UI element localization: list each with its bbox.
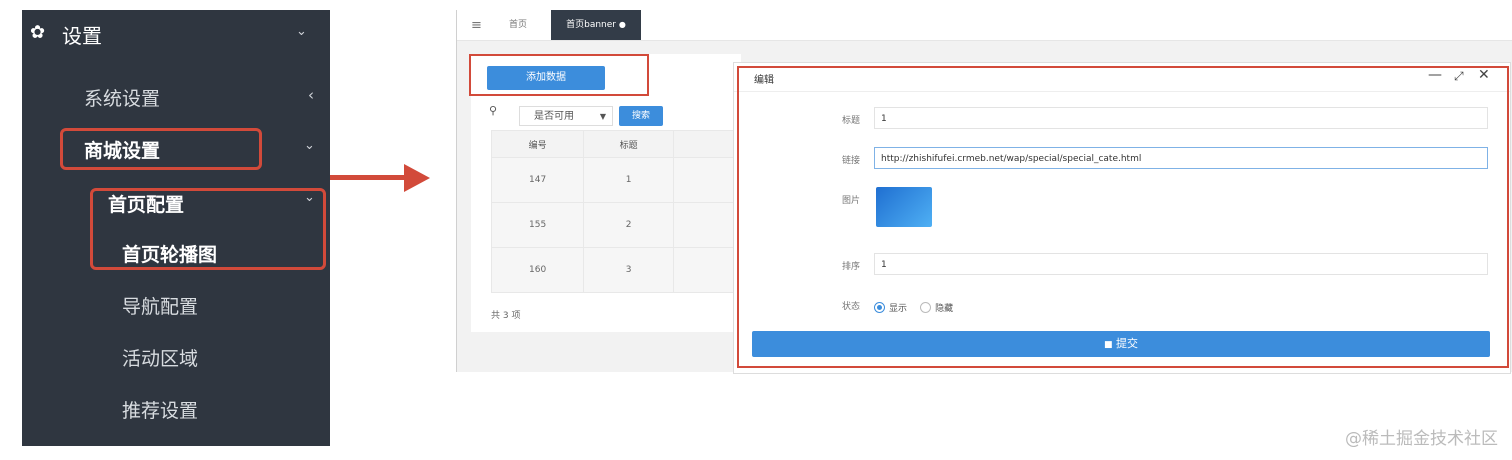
table-row[interactable]: 147 1 xyxy=(490,157,742,203)
table-cell: 1 xyxy=(583,157,674,203)
table-row[interactable]: 160 3 xyxy=(490,247,742,293)
watermark: @稀土掘金技术社区 xyxy=(1345,429,1498,449)
highlight-box xyxy=(737,66,1509,368)
table-row[interactable]: 155 2 xyxy=(490,202,742,248)
table-cell xyxy=(672,157,742,203)
chevron-down-icon: ⌄ xyxy=(304,138,315,153)
table-cell: 3 xyxy=(583,247,674,293)
table-cell: 2 xyxy=(583,202,674,248)
search-icon: ⚲ xyxy=(489,104,498,117)
caret-down-icon: ▼ xyxy=(599,112,606,121)
table-cell xyxy=(672,247,742,293)
table-cell: 160 xyxy=(490,247,585,293)
tab-home-banner[interactable]: 首页banner ● xyxy=(551,10,641,40)
menu-icon[interactable]: ≡ xyxy=(471,18,482,33)
tab-home[interactable]: 首页 xyxy=(495,10,541,40)
column-header[interactable]: 标题 xyxy=(583,130,674,158)
data-table: 编号 标题 147 1 155 2 160 3 xyxy=(490,130,742,293)
arrow-line xyxy=(330,175,408,180)
chevron-left-icon: ‹ xyxy=(308,86,314,104)
table-cell: 155 xyxy=(490,202,585,248)
sidebar-item-recommend[interactable]: 推荐设置 xyxy=(122,396,198,423)
chevron-down-icon: ⌄ xyxy=(296,24,307,39)
tab-label: 首页banner xyxy=(566,20,616,30)
sidebar-menu: ✿ 设置 ⌄ 系统设置 ‹ 商城设置 ⌄ 首页配置 ⌄ 首页轮播图 导航配置 活… xyxy=(22,10,330,446)
sidebar-item-activity-area[interactable]: 活动区域 xyxy=(122,344,198,371)
sidebar-header-settings[interactable]: 设置 xyxy=(62,20,102,49)
table-cell: 147 xyxy=(490,157,585,203)
availability-select[interactable]: 是否可用 ▼ xyxy=(519,106,613,126)
tab-bar: ≡ 首页 首页banner ● xyxy=(457,10,1512,41)
admin-window: ≡ 首页 首页banner ● 添加数据 ⚲ 是否可用 ▼ 搜索 编号 标题 1… xyxy=(456,10,1512,374)
total-count: 共 3 项 xyxy=(491,311,521,321)
column-header[interactable]: 编号 xyxy=(490,130,585,158)
arrow-right-icon xyxy=(404,164,430,192)
search-button[interactable]: 搜索 xyxy=(619,106,663,126)
column-header xyxy=(672,130,742,158)
sidebar-item-system-settings[interactable]: 系统设置 xyxy=(84,84,160,111)
select-value: 是否可用 xyxy=(534,111,574,122)
table-cell xyxy=(672,202,742,248)
highlight-box xyxy=(469,54,649,96)
close-icon[interactable]: ● xyxy=(619,20,626,29)
table-header: 编号 标题 xyxy=(490,130,742,158)
highlight-box xyxy=(90,188,326,270)
highlight-box xyxy=(60,128,262,170)
gear-icon: ✿ xyxy=(30,22,46,43)
sidebar-item-navigation[interactable]: 导航配置 xyxy=(122,292,198,319)
